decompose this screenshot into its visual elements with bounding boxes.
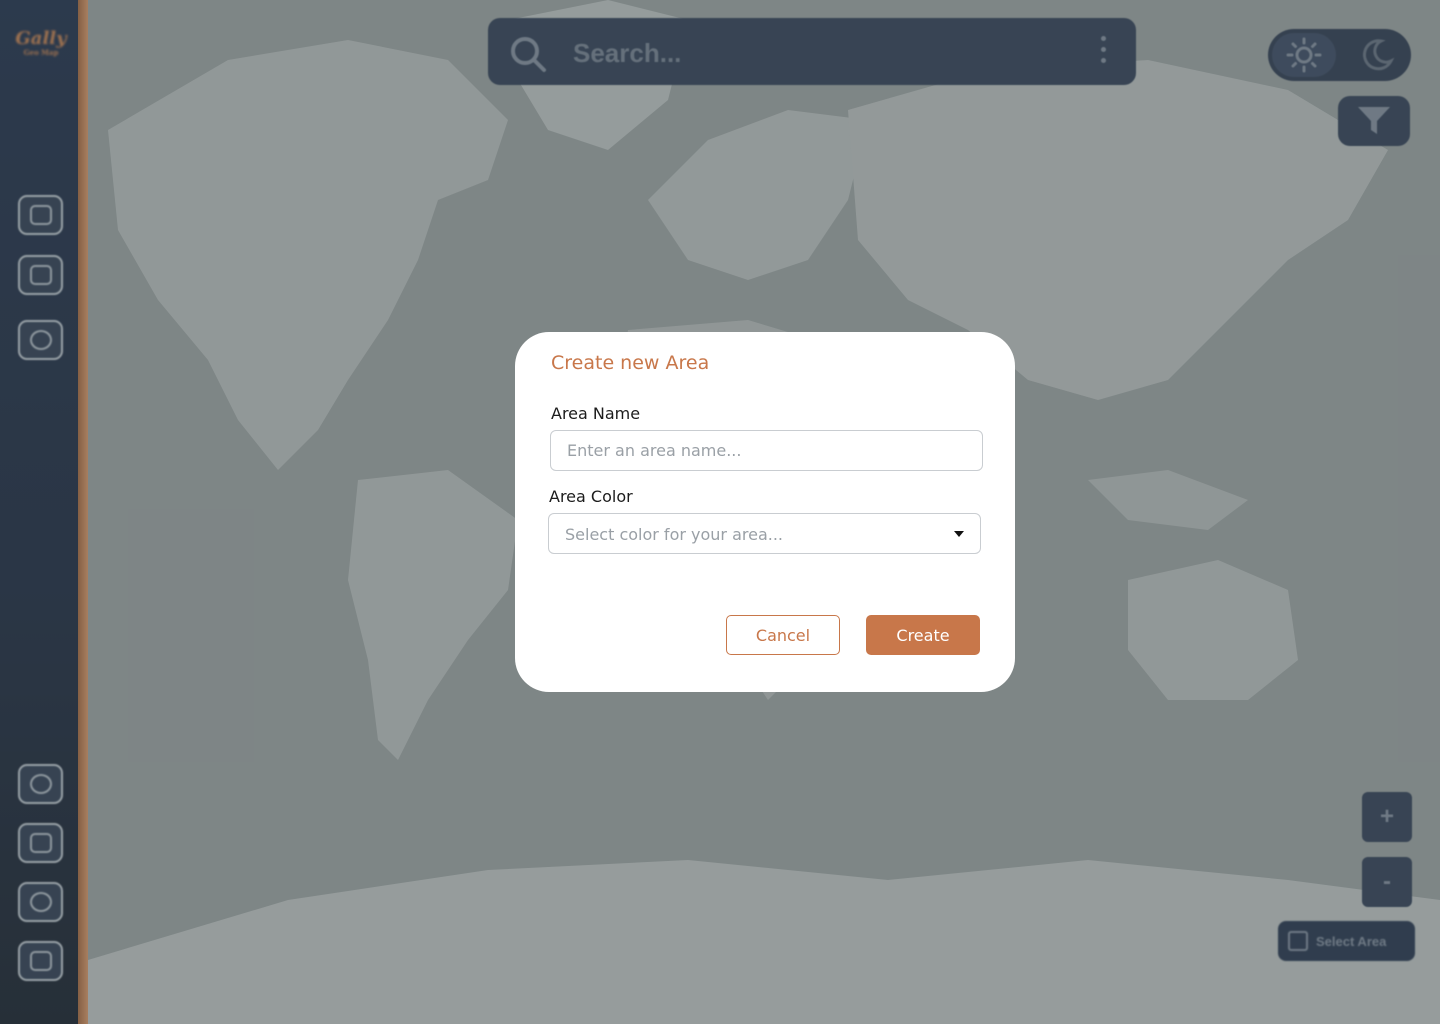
area-color-label: Area Color bbox=[549, 487, 633, 506]
create-area-dialog: Create new Area Area Name Area Color Sel… bbox=[515, 332, 1015, 692]
area-name-input[interactable] bbox=[550, 430, 983, 471]
dialog-title: Create new Area bbox=[551, 352, 710, 374]
area-color-select[interactable]: Select color for your area... bbox=[548, 513, 981, 554]
area-name-label: Area Name bbox=[551, 404, 641, 423]
area-color-placeholder: Select color for your area... bbox=[565, 525, 784, 544]
cancel-button[interactable]: Cancel bbox=[726, 615, 840, 655]
create-button[interactable]: Create bbox=[866, 615, 980, 655]
chevron-down-icon bbox=[954, 531, 964, 537]
